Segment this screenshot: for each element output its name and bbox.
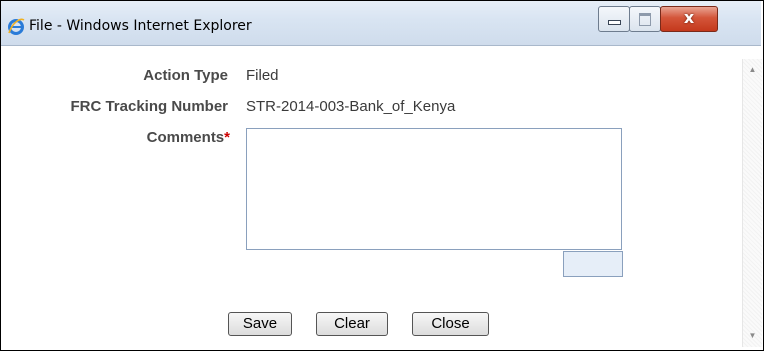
comments-label: Comments [146, 129, 225, 146]
comments-label-wrap: Comments* [60, 129, 230, 146]
frc-tracking-value: STR-2014-003-Bank_of_Kenya [246, 98, 456, 115]
comments-resize-handle[interactable] [563, 251, 623, 277]
title-bar[interactable]: File - Windows Internet Explorer x [1, 1, 761, 46]
clear-button[interactable]: Clear [316, 312, 388, 336]
maximize-button[interactable] [629, 6, 661, 32]
maximize-icon [639, 13, 651, 26]
scroll-down-icon[interactable]: ▼ [743, 331, 762, 340]
close-button[interactable]: Close [412, 312, 489, 336]
action-type-label: Action Type [143, 67, 228, 84]
frc-tracking-label: FRC Tracking Number [70, 98, 228, 115]
minimize-icon [608, 20, 621, 25]
minimize-button[interactable] [598, 6, 630, 32]
comments-textarea[interactable] [246, 128, 622, 250]
action-type-value: Filed [246, 67, 279, 84]
vertical-scrollbar[interactable]: ▲ ▼ [742, 59, 762, 347]
required-marker: * [224, 129, 230, 146]
window-controls: x [598, 6, 718, 32]
scroll-up-icon[interactable]: ▲ [743, 65, 762, 74]
ie-icon [8, 18, 25, 35]
close-window-button[interactable]: x [660, 6, 718, 32]
close-icon: x [683, 8, 695, 27]
window-title: File - Windows Internet Explorer [29, 18, 252, 34]
save-button[interactable]: Save [228, 312, 292, 336]
